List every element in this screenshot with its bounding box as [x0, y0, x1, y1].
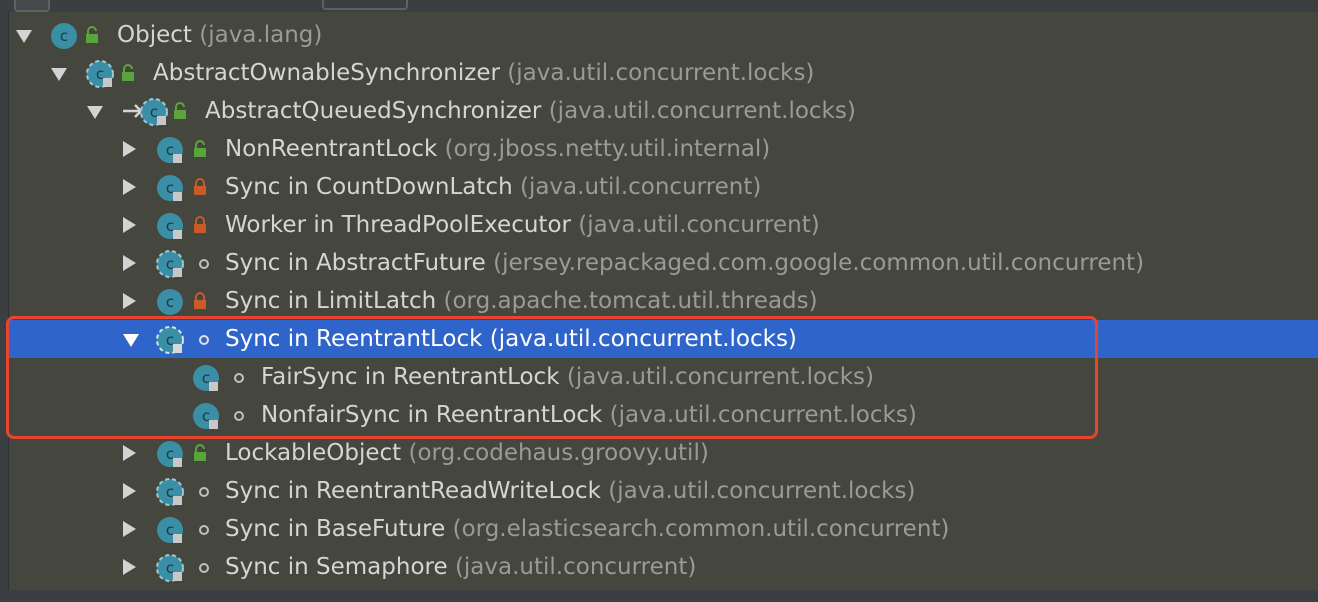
static-class-icon: c — [193, 403, 219, 429]
class-icon: c — [157, 289, 183, 315]
class-name: Sync in Semaphore — [225, 554, 448, 580]
package-name: (org.jboss.netty.util.internal) — [444, 136, 771, 162]
package-access-icon — [234, 373, 244, 383]
class-icon: c — [157, 137, 183, 163]
class-name: NonReentrantLock — [225, 136, 438, 162]
tree-row[interactable]: c Sync in CountDownLatch (java.util.conc… — [9, 168, 1318, 206]
class-name: LockableObject — [225, 440, 402, 466]
package-name: (org.elasticsearch.common.util.concurren… — [452, 516, 950, 542]
svg-text:c: c — [166, 559, 174, 577]
toolbar — [0, 0, 1318, 12]
package-name: (org.apache.tomcat.util.threads) — [443, 288, 818, 314]
private-access-icon — [194, 178, 206, 195]
package-access-icon — [199, 525, 209, 535]
abstract-class-icon: c — [156, 478, 184, 506]
public-access-icon — [86, 26, 98, 43]
svg-text:c: c — [166, 521, 174, 539]
static-class-icon: c — [193, 365, 219, 391]
svg-text:c: c — [166, 179, 174, 197]
class-name: Sync in ReentrantReadWriteLock — [225, 478, 601, 504]
package-access-icon — [199, 259, 209, 269]
package-name: (org.codehaus.groovy.util) — [408, 440, 709, 466]
gutter — [0, 12, 8, 590]
package-name: (java.util.concurrent.locks) — [548, 98, 856, 124]
tree-row[interactable]: c AbstractOwnableSynchronizer (java.util… — [9, 54, 1318, 92]
package-name: (jersey.repackaged.com.google.common.uti… — [493, 250, 1145, 276]
package-name: (java.util.concurrent.locks) — [566, 364, 874, 390]
svg-text:c: c — [166, 141, 174, 159]
class-name: NonfairSync in ReentrantLock — [261, 402, 603, 428]
tree-row[interactable]: c NonReentrantLock (org.jboss.netty.util… — [9, 130, 1318, 168]
package-name: (java.util.concurrent) — [519, 174, 762, 200]
public-access-icon — [194, 444, 206, 461]
private-access-icon — [194, 216, 206, 233]
package-access-icon — [199, 563, 209, 573]
class-name: Sync in LimitLatch — [225, 288, 437, 314]
tree-row[interactable]: c LockableObject (org.codehaus.groovy.ut… — [9, 434, 1318, 472]
tree-row[interactable]: c Sync in LimitLatch (org.apache.tomcat.… — [9, 282, 1318, 320]
package-name: (java.util.concurrent.locks) — [609, 402, 917, 428]
class-name: Object — [117, 22, 192, 48]
tree-row[interactable]: c Object (java.lang) — [9, 16, 1318, 54]
svg-text:c: c — [202, 369, 210, 387]
svg-text:c: c — [166, 255, 174, 273]
tree-row[interactable]: c Sync in ReentrantReadWriteLock (java.u… — [9, 472, 1318, 510]
tree-row[interactable]: c Sync in AbstractFuture (jersey.repacka… — [9, 244, 1318, 282]
class-icon: c — [157, 441, 183, 467]
public-access-icon — [194, 140, 206, 157]
abstract-class-icon: c — [140, 98, 168, 126]
package-name: (java.util.concurrent) — [578, 212, 820, 238]
tree-row[interactable]: c Worker in ThreadPoolExecutor (java.uti… — [9, 206, 1318, 244]
tree-row[interactable]: c Sync in BaseFuture (org.elasticsearch.… — [9, 510, 1318, 548]
abstract-class-icon: c — [156, 250, 184, 278]
class-name: Sync in BaseFuture — [225, 516, 446, 542]
package-name: (java.util.concurrent.locks) — [608, 478, 916, 504]
static-class-icon: c — [157, 175, 183, 201]
svg-text:c: c — [202, 407, 210, 425]
abstract-class-icon: c — [156, 326, 184, 354]
svg-text:c: c — [166, 445, 174, 463]
public-access-icon — [174, 102, 186, 119]
package-name: (java.util.concurrent.locks) — [507, 60, 815, 86]
class-icon: c — [51, 23, 77, 49]
package-access-icon — [234, 411, 244, 421]
static-class-icon: c — [157, 213, 183, 239]
toolbar-button[interactable] — [14, 0, 50, 12]
tree-row[interactable]: c Sync in Semaphore (java.util.concurren… — [9, 548, 1318, 586]
package-access-icon — [199, 335, 209, 345]
public-access-icon — [122, 64, 134, 81]
abstract-class-icon: c — [86, 60, 114, 88]
svg-text:c: c — [60, 27, 68, 45]
class-name: Sync in CountDownLatch — [225, 174, 513, 200]
class-name: AbstractQueuedSynchronizer — [205, 98, 542, 124]
type-hierarchy-tree: c Object (java.lang) c AbstractOwnableSy… — [8, 12, 1318, 590]
tree-row-selected[interactable]: c Sync in ReentrantLock (java.util.concu… — [9, 320, 1318, 358]
static-class-icon: c — [157, 517, 183, 543]
class-name: FairSync in ReentrantLock — [261, 364, 560, 390]
private-access-icon — [194, 292, 206, 309]
class-name: AbstractOwnableSynchronizer — [153, 60, 500, 86]
status-bar — [0, 590, 1318, 602]
class-name: Sync in ReentrantLock — [225, 326, 483, 352]
package-name: (java.util.concurrent) — [454, 554, 697, 580]
class-name: Sync in AbstractFuture — [225, 250, 486, 276]
svg-text:c: c — [96, 65, 104, 83]
class-name: Worker in ThreadPoolExecutor — [225, 212, 571, 238]
package-name: (java.util.concurrent.locks) — [489, 326, 797, 352]
tree-row[interactable]: c NonfairSync in ReentrantLock (java.uti… — [9, 396, 1318, 434]
svg-text:c: c — [166, 331, 174, 349]
package-access-icon — [199, 487, 209, 497]
tree-row[interactable]: c AbstractQueuedSynchronizer (java.util.… — [9, 92, 1318, 130]
svg-text:c: c — [166, 293, 174, 311]
tree-row[interactable]: c FairSync in ReentrantLock (java.util.c… — [9, 358, 1318, 396]
svg-text:c: c — [166, 217, 174, 235]
package-name: (java.lang) — [199, 22, 323, 48]
svg-text:c: c — [166, 483, 174, 501]
abstract-class-icon: c — [156, 554, 184, 582]
svg-text:c: c — [150, 103, 158, 121]
toolbar-field[interactable] — [322, 0, 408, 10]
